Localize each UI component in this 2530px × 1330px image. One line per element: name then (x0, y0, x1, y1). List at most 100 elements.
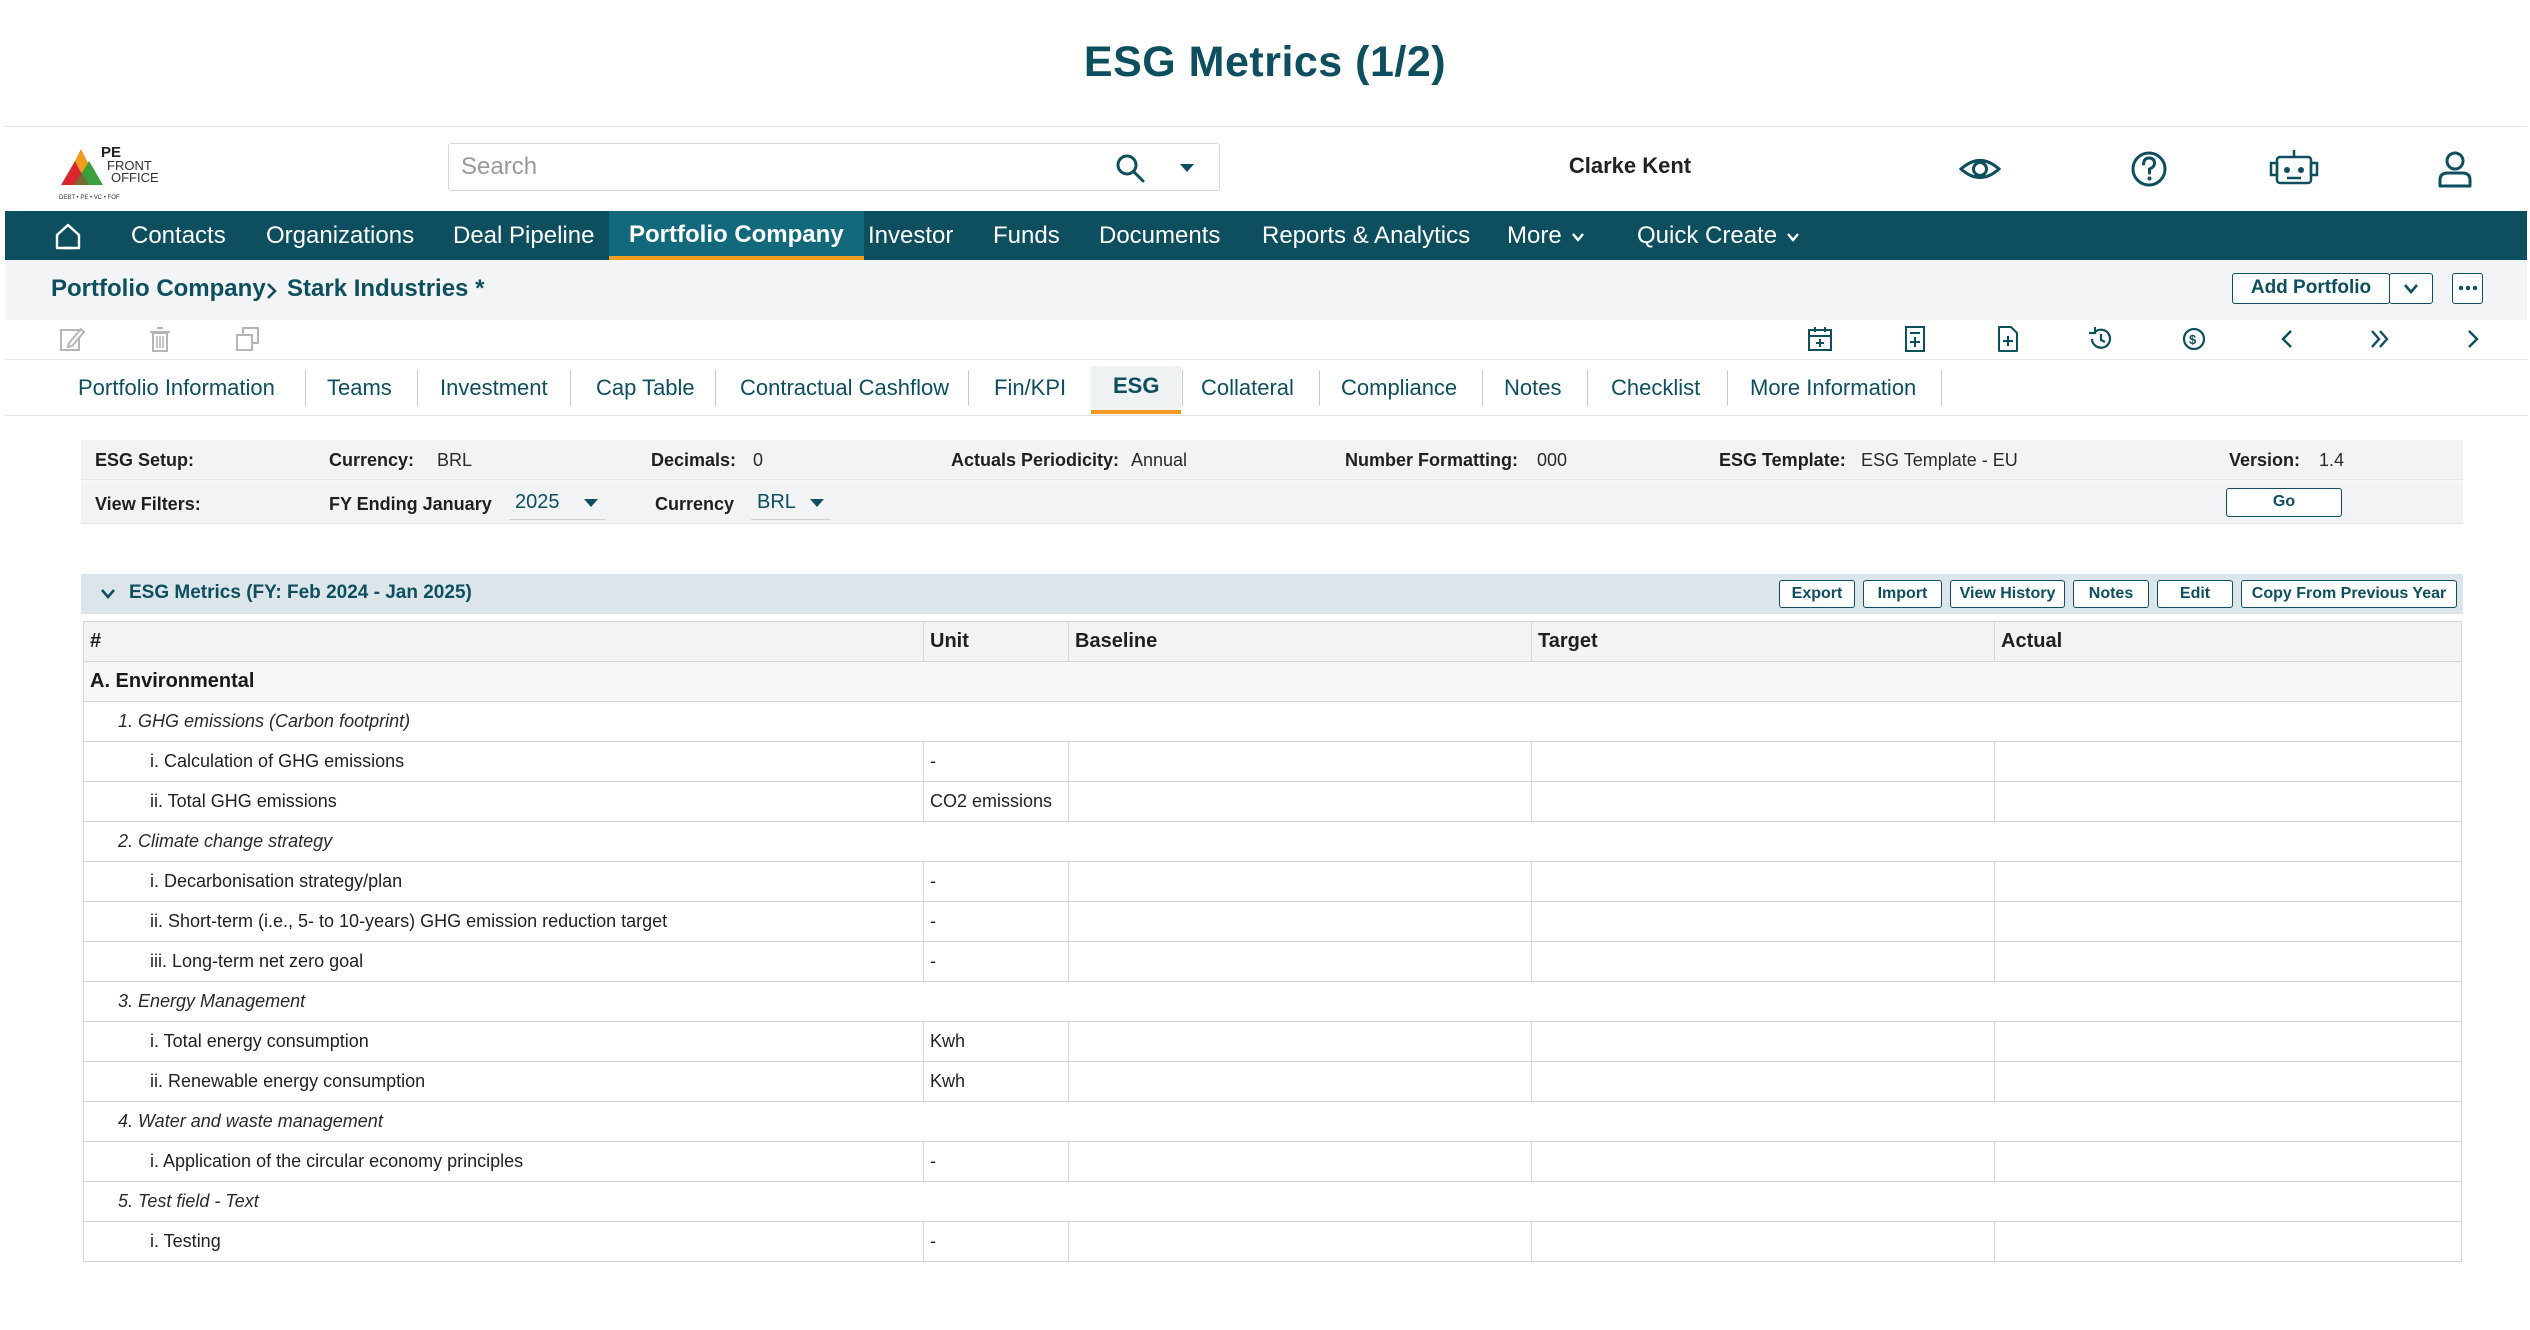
table-row[interactable]: i. Total energy consumption Kwh (83, 1021, 2462, 1062)
nav-more[interactable]: More (1507, 211, 1586, 260)
nav-funds[interactable]: Funds (993, 211, 1060, 260)
table-row[interactable]: ii. Total GHG emissions CO2 emissions (83, 781, 2462, 822)
metric-target[interactable] (1531, 741, 1995, 782)
metric-baseline[interactable] (1068, 1221, 1532, 1262)
edit-icon[interactable] (57, 324, 87, 354)
metric-baseline[interactable] (1068, 741, 1532, 782)
metric-target[interactable] (1531, 861, 1995, 902)
table-row[interactable]: i. Calculation of GHG emissions - (83, 741, 2462, 782)
add-portfolio-button[interactable]: Add Portfolio (2232, 273, 2390, 304)
metric-baseline[interactable] (1068, 861, 1532, 902)
delete-icon[interactable] (145, 324, 175, 354)
copy-from-previous-year-button[interactable]: Copy From Previous Year (2241, 580, 2457, 608)
decimals-value: 0 (753, 450, 764, 470)
history-icon[interactable] (2086, 324, 2116, 354)
metric-actual[interactable] (1994, 901, 2462, 942)
tab-compliance[interactable]: Compliance (1341, 368, 1457, 408)
metric-actual[interactable] (1994, 861, 2462, 902)
add-portfolio-dropdown[interactable] (2389, 273, 2433, 304)
company-logo[interactable]: PE FRONT OFFICE DEBT • PE • VC • FOF (57, 135, 177, 203)
metric-target[interactable] (1531, 1061, 1995, 1102)
tab-teams[interactable]: Teams (327, 368, 392, 408)
metric-actual[interactable] (1994, 1021, 2462, 1062)
fy-year-select[interactable]: 2025 (509, 486, 605, 520)
metric-actual[interactable] (1994, 781, 2462, 822)
currency-refresh-icon[interactable]: $ (2179, 324, 2209, 354)
double-chevron-right-icon[interactable] (2365, 324, 2395, 354)
tab-fin-kpi[interactable]: Fin/KPI (994, 368, 1066, 408)
metric-actual[interactable] (1994, 741, 2462, 782)
notes-button[interactable]: Notes (2073, 580, 2149, 608)
tab-portfolio-information[interactable]: Portfolio Information (78, 368, 275, 408)
search-icon[interactable] (1114, 152, 1146, 184)
metric-baseline[interactable] (1068, 941, 1532, 982)
metric-actual[interactable] (1994, 1221, 2462, 1262)
user-icon[interactable] (2433, 147, 2477, 191)
tab-contractual-cashflow[interactable]: Contractual Cashflow (740, 368, 949, 408)
table-row[interactable]: i. Application of the circular economy p… (83, 1141, 2462, 1182)
tab-investment[interactable]: Investment (440, 368, 548, 408)
metric-baseline[interactable] (1068, 1021, 1532, 1062)
metric-target[interactable] (1531, 1021, 1995, 1062)
user-name[interactable]: Clarke Kent (1505, 153, 1755, 179)
tab-notes[interactable]: Notes (1504, 368, 1561, 408)
breadcrumb-portfolio-company[interactable]: Portfolio Company (51, 275, 266, 303)
nav-documents[interactable]: Documents (1099, 211, 1220, 260)
nav-contacts[interactable]: Contacts (131, 211, 226, 260)
metric-unit: - (923, 741, 1069, 782)
import-button[interactable]: Import (1863, 580, 1942, 608)
help-icon[interactable] (2127, 147, 2171, 191)
nav-investor[interactable]: Investor (868, 211, 953, 260)
metric-target[interactable] (1531, 1221, 1995, 1262)
metric-baseline[interactable] (1068, 781, 1532, 822)
eye-icon[interactable] (1958, 147, 2002, 191)
metric-target[interactable] (1531, 781, 1995, 822)
chevron-right-icon[interactable] (2458, 324, 2488, 354)
metric-baseline[interactable] (1068, 1141, 1532, 1182)
calculator-icon[interactable] (1900, 324, 1930, 354)
nav-reports-analytics[interactable]: Reports & Analytics (1262, 211, 1470, 260)
nav-deal-pipeline[interactable]: Deal Pipeline (453, 211, 594, 260)
tab-cap-table[interactable]: Cap Table (596, 368, 695, 408)
table-row[interactable]: i. Decarbonisation strategy/plan - (83, 861, 2462, 902)
filter-currency-select[interactable]: BRL (751, 486, 831, 520)
tab-collateral[interactable]: Collateral (1201, 368, 1294, 408)
robot-icon[interactable] (2269, 147, 2319, 191)
nav-organizations[interactable]: Organizations (266, 211, 414, 260)
go-button[interactable]: Go (2226, 488, 2342, 517)
home-icon[interactable] (53, 221, 83, 251)
calendar-icon[interactable] (1805, 324, 1835, 354)
table-row[interactable]: ii. Renewable energy consumption Kwh (83, 1061, 2462, 1102)
metric-actual[interactable] (1994, 941, 2462, 982)
tab-more-information[interactable]: More Information (1750, 368, 1916, 408)
chevron-down-icon[interactable] (99, 586, 117, 602)
table-row[interactable]: iii. Long-term net zero goal - (83, 941, 2462, 982)
metric-target[interactable] (1531, 941, 1995, 982)
search-input[interactable] (461, 150, 1101, 184)
metric-target[interactable] (1531, 901, 1995, 942)
add-document-icon[interactable] (1993, 324, 2023, 354)
copy-icon[interactable] (233, 324, 263, 354)
search-dropdown-icon[interactable] (1171, 152, 1203, 184)
view-history-button[interactable]: View History (1950, 580, 2065, 608)
category-row: A. Environmental (83, 661, 2462, 702)
nav-quick-create[interactable]: Quick Create (1637, 211, 1801, 260)
chevron-down-icon (1787, 232, 1799, 242)
metric-target[interactable] (1531, 1141, 1995, 1182)
chevron-right-icon (267, 283, 277, 299)
table-row[interactable]: i. Testing - (83, 1221, 2462, 1262)
tab-esg[interactable]: ESG (1091, 366, 1182, 414)
more-actions-button[interactable] (2452, 273, 2483, 304)
export-button[interactable]: Export (1779, 580, 1855, 608)
metric-actual[interactable] (1994, 1061, 2462, 1102)
tab-checklist[interactable]: Checklist (1611, 368, 1700, 408)
number-formatting-label: Number Formatting: (1345, 450, 1518, 470)
metric-baseline[interactable] (1068, 901, 1532, 942)
nav-portfolio-company[interactable]: Portfolio Company (609, 211, 864, 260)
metric-baseline[interactable] (1068, 1061, 1532, 1102)
table-row[interactable]: ii. Short-term (i.e., 5- to 10-years) GH… (83, 901, 2462, 942)
record-toolbar: $ (5, 320, 2527, 360)
metric-actual[interactable] (1994, 1141, 2462, 1182)
edit-button[interactable]: Edit (2157, 580, 2233, 608)
chevron-left-icon[interactable] (2272, 324, 2302, 354)
